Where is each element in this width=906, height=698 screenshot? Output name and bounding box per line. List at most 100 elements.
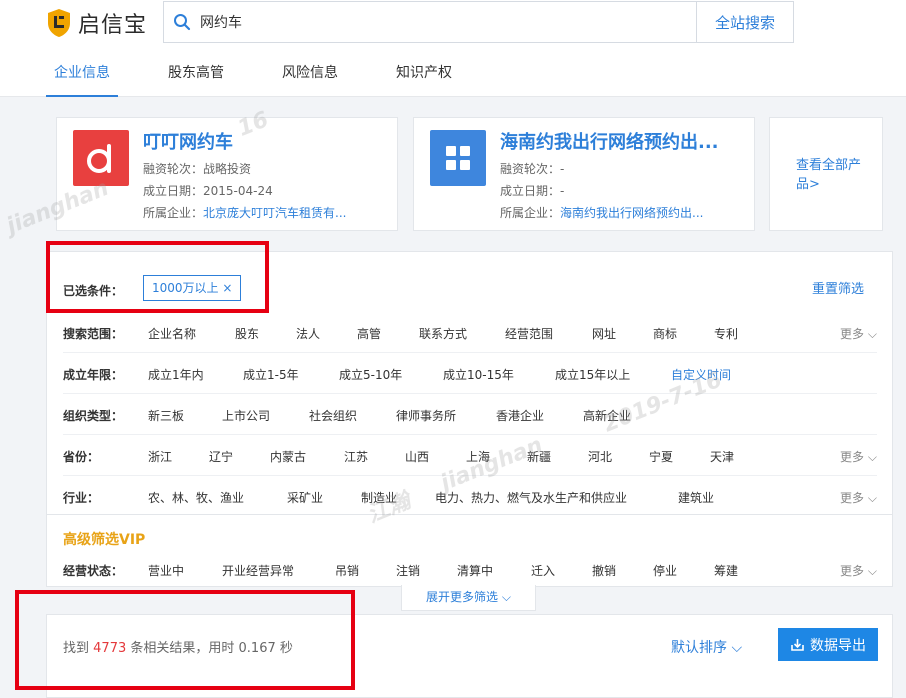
more-dropdown[interactable]: 更多 ⌵ xyxy=(840,489,877,506)
product-card[interactable]: 海南约我出行网络预约出... 融资轮次：- 成立日期：- 所属企业：海南约我出行… xyxy=(413,117,755,231)
filter-row-founded: 成立年限： 成立1年内 成立1-5年 成立5-10年 成立10-15年 成立15… xyxy=(63,353,877,394)
tab-risk-info[interactable]: 风险信息 xyxy=(274,55,346,97)
export-data-button[interactable]: 数据导出 xyxy=(778,628,878,661)
more-dropdown[interactable]: 更多 ⌵ xyxy=(840,562,877,579)
filter-option[interactable]: 开业经营异常 xyxy=(222,562,294,579)
expand-more-filters-button[interactable]: 展开更多筛选 ⌵ xyxy=(401,585,536,611)
chevron-down-icon: ⌵ xyxy=(731,640,743,656)
filter-option[interactable]: 香港企业 xyxy=(496,407,544,424)
filter-row-label: 成立年限： xyxy=(63,368,124,382)
filter-option[interactable]: 电力、热力、燃气及水生产和供应业 xyxy=(435,489,627,506)
card-company-link[interactable]: 海南约我出行网络预约出... xyxy=(560,206,703,220)
filter-option[interactable]: 撤销 xyxy=(592,562,616,579)
filter-option[interactable]: 辽宁 xyxy=(209,448,233,465)
filter-option[interactable]: 成立1年内 xyxy=(148,366,204,383)
more-dropdown[interactable]: 更多 ⌵ xyxy=(840,448,877,465)
filter-option[interactable]: 联系方式 xyxy=(419,325,467,342)
filter-option[interactable]: 新疆 xyxy=(527,448,551,465)
filter-option[interactable]: 律师事务所 xyxy=(396,407,456,424)
filter-option[interactable]: 浙江 xyxy=(148,448,172,465)
filter-option[interactable]: 停业 xyxy=(653,562,677,579)
product-card[interactable]: 叮叮网约车 融资轮次：战略投资 成立日期：2015-04-24 所属企业：北京庞… xyxy=(56,117,398,231)
tab-ip[interactable]: 知识产权 xyxy=(388,55,460,97)
reset-filters-link[interactable]: 重置筛选 xyxy=(812,278,864,297)
card-company: 所属企业：北京庞大叮叮汽车租赁有... xyxy=(143,206,347,220)
filter-row-industry: 行业： 农、林、牧、渔业 采矿业 制造业 电力、热力、燃气及水生产和供应业 建筑… xyxy=(63,476,877,517)
highlight-box-results xyxy=(15,590,355,690)
filter-option[interactable]: 江苏 xyxy=(344,448,368,465)
view-all-products-link[interactable]: 查看全部产品> xyxy=(796,156,866,194)
filter-option[interactable]: 筹建 xyxy=(714,562,738,579)
shield-logo-icon xyxy=(48,9,70,37)
card-funding: 融资轮次：战略投资 xyxy=(143,162,252,176)
filter-row-status: 经营状态： 营业中 开业经营异常 吊销 注销 清算中 迁入 撤销 停业 筹建 更… xyxy=(63,549,877,590)
chevron-down-icon: ⌵ xyxy=(867,491,877,505)
filter-option[interactable]: 专利 xyxy=(714,325,738,342)
card-date: 成立日期：- xyxy=(500,184,565,198)
filter-option[interactable]: 高管 xyxy=(357,325,381,342)
card-title[interactable]: 叮叮网约车 xyxy=(143,128,383,154)
filter-option[interactable]: 新三板 xyxy=(148,407,184,424)
filter-option[interactable]: 成立10-15年 xyxy=(443,366,514,383)
filter-option[interactable]: 高新企业 xyxy=(583,407,631,424)
chevron-down-icon: ⌵ xyxy=(867,450,877,464)
search-bar: 全站搜索 xyxy=(163,1,794,43)
filter-row-label: 省份： xyxy=(63,450,100,464)
search-icon xyxy=(164,2,200,42)
card-title[interactable]: 海南约我出行网络预约出... xyxy=(500,128,740,154)
filter-option[interactable]: 采矿业 xyxy=(287,489,323,506)
filter-option[interactable]: 上海 xyxy=(466,448,490,465)
card-company: 所属企业：海南约我出行网络预约出... xyxy=(500,206,704,220)
filter-option[interactable]: 宁夏 xyxy=(649,448,673,465)
filter-row-search-scope: 搜索范围： 企业名称 股东 法人 高管 联系方式 经营范围 网址 商标 专利 更… xyxy=(63,312,877,353)
filter-option[interactable]: 河北 xyxy=(588,448,612,465)
filter-option[interactable]: 成立1-5年 xyxy=(243,366,299,383)
site-search-button[interactable]: 全站搜索 xyxy=(696,2,793,42)
card-date: 成立日期：2015-04-24 xyxy=(143,184,273,198)
filter-row-label: 经营状态： xyxy=(63,564,124,578)
filter-option[interactable]: 天津 xyxy=(710,448,734,465)
top-bar: 启信宝 全站搜索 企业信息 股东高管 风险信息 知识产权 xyxy=(0,0,906,97)
highlight-box-selected-conditions xyxy=(46,241,269,313)
tab-company-info[interactable]: 企业信息 xyxy=(46,55,118,97)
search-input[interactable] xyxy=(200,3,696,41)
filter-option[interactable]: 制造业 xyxy=(361,489,397,506)
filter-option[interactable]: 网址 xyxy=(592,325,616,342)
filter-option[interactable]: 法人 xyxy=(296,325,320,342)
card-funding: 融资轮次：- xyxy=(500,162,565,176)
filter-option[interactable]: 建筑业 xyxy=(678,489,714,506)
filter-option[interactable]: 清算中 xyxy=(457,562,493,579)
filter-option[interactable]: 内蒙古 xyxy=(270,448,306,465)
filter-option[interactable]: 迁入 xyxy=(531,562,555,579)
filter-option[interactable]: 成立15年以上 xyxy=(555,366,630,383)
custom-time-link[interactable]: 自定义时间 xyxy=(671,366,731,383)
filter-option[interactable]: 上市公司 xyxy=(222,407,270,424)
filter-row-label: 行业： xyxy=(63,491,100,505)
filter-option[interactable]: 商标 xyxy=(653,325,677,342)
tab-shareholders[interactable]: 股东高管 xyxy=(160,55,232,97)
advanced-filter-title: 高级筛选VIP xyxy=(63,532,146,548)
more-dropdown[interactable]: 更多 ⌵ xyxy=(840,325,877,342)
chevron-down-icon: ⌵ xyxy=(867,327,877,341)
divider xyxy=(47,514,892,515)
filter-row-label: 组织类型： xyxy=(63,409,124,423)
filter-option[interactable]: 企业名称 xyxy=(148,325,196,342)
filter-option[interactable]: 注销 xyxy=(396,562,420,579)
main-tabs: 企业信息 股东高管 风险信息 知识产权 xyxy=(46,55,460,97)
filter-option[interactable]: 社会组织 xyxy=(309,407,357,424)
logo[interactable]: 启信宝 xyxy=(46,8,147,38)
filter-option[interactable]: 农、林、牧、渔业 xyxy=(148,489,244,506)
card-company-link[interactable]: 北京庞大叮叮汽车租赁有... xyxy=(203,206,346,220)
filter-row-org-type: 组织类型： 新三板 上市公司 社会组织 律师事务所 香港企业 高新企业 xyxy=(63,394,877,435)
filter-option[interactable]: 成立5-10年 xyxy=(339,366,402,383)
filter-option[interactable]: 营业中 xyxy=(148,562,184,579)
export-icon xyxy=(791,639,804,651)
grid-app-icon xyxy=(430,130,486,186)
dingding-logo-icon xyxy=(73,130,129,186)
filter-option[interactable]: 股东 xyxy=(235,325,259,342)
filter-option[interactable]: 经营范围 xyxy=(505,325,553,342)
view-all-products[interactable]: 查看全部产品> xyxy=(769,117,883,231)
sort-dropdown[interactable]: 默认排序 ⌵ xyxy=(671,637,742,657)
filter-option[interactable]: 山西 xyxy=(405,448,429,465)
filter-option[interactable]: 吊销 xyxy=(335,562,359,579)
